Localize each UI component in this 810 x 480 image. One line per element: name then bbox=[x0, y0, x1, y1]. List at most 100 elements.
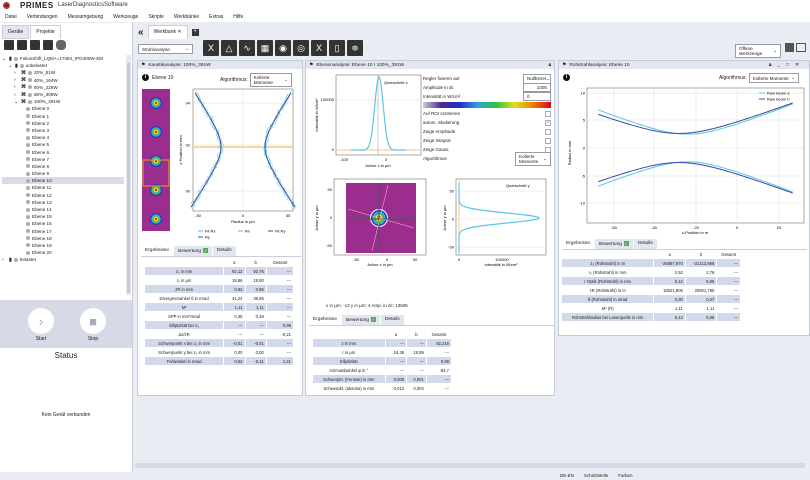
layout-icon[interactable] bbox=[796, 43, 806, 52]
tree-item[interactable]: Ebene 12 bbox=[2, 192, 124, 199]
algo-select[interactable]: Kollerte Momente ⌄ bbox=[749, 73, 799, 83]
chevron-down-icon[interactable]: ⌄ bbox=[8, 63, 13, 69]
tab-results[interactable]: Ergebnisse bbox=[562, 239, 594, 249]
open-tools-select[interactable]: Offene Werkzeuge ⌄ bbox=[735, 44, 781, 58]
windows-icon[interactable] bbox=[785, 43, 794, 52]
caustic-icon[interactable]: X bbox=[203, 40, 219, 56]
tree-item[interactable]: Ebene 1 bbox=[2, 113, 124, 120]
tree-item[interactable]: Ebene 2 bbox=[2, 120, 124, 127]
tab-projekte[interactable]: Projekte bbox=[30, 25, 60, 39]
tree-item[interactable]: Ebene 7 bbox=[2, 156, 124, 163]
tree-item[interactable]: Ebene 13 bbox=[2, 199, 124, 206]
start-button[interactable]: › Start bbox=[28, 308, 54, 342]
algo-select[interactable]: Kollerte Momente ⌄ bbox=[515, 152, 551, 166]
menu-item[interactable]: Messumgebung bbox=[68, 14, 104, 20]
chevron-right-icon[interactable]: › bbox=[14, 92, 19, 98]
tree-scroll-thumb[interactable] bbox=[127, 63, 130, 293]
beam-profile-icon[interactable]: ◉ bbox=[275, 40, 291, 56]
tree-item[interactable]: › ⌘ 80%_308W bbox=[2, 91, 124, 98]
tree-item[interactable]: Ebene 3 bbox=[2, 127, 124, 134]
beam-ring-icon[interactable]: ◎ bbox=[293, 40, 309, 56]
sliders-icon[interactable]: ≑ bbox=[347, 40, 363, 56]
save-icon[interactable] bbox=[17, 40, 27, 50]
tree-item[interactable]: Ebene 10 bbox=[2, 177, 124, 184]
checkbox[interactable] bbox=[545, 111, 551, 117]
document-icon[interactable] bbox=[30, 40, 40, 50]
menu-item[interactable]: Skripte bbox=[148, 14, 164, 20]
stop-button[interactable]: ■ Stop bbox=[80, 308, 106, 342]
line-chart-icon[interactable]: ∿ bbox=[239, 40, 255, 56]
lock-icon[interactable]: 🔒︎ bbox=[548, 62, 551, 68]
regler-select[interactable]: Nullbezel ⌄ bbox=[523, 74, 551, 84]
chevron-down-icon[interactable]: ⌄ bbox=[2, 56, 7, 62]
tree-item[interactable]: Ebene 17 bbox=[2, 228, 124, 235]
tab-rating[interactable]: Bewertung ✓ bbox=[342, 315, 380, 325]
tree-item[interactable]: › ⌘ 60%_226W bbox=[2, 84, 124, 91]
tree-item[interactable]: Ebene 14 bbox=[2, 206, 124, 213]
tree-item[interactable]: ⌄ ⌘ 100%_391W bbox=[2, 98, 124, 105]
color-scale[interactable] bbox=[423, 102, 551, 108]
cell-value: 0,00 bbox=[224, 348, 244, 356]
tree-item[interactable]: Ebene 9 bbox=[2, 170, 124, 177]
tree-item[interactable]: Ebene 4 bbox=[2, 134, 124, 141]
checkbox[interactable]: ✓ bbox=[545, 120, 551, 126]
tree-item[interactable]: › ▮ belastet bbox=[2, 256, 124, 263]
menu-item[interactable]: Verbindungen bbox=[27, 14, 58, 20]
open-folder-icon[interactable] bbox=[4, 40, 14, 50]
chevron-right-icon[interactable]: › bbox=[14, 77, 19, 83]
statusbar-item[interactable]: DE-EN bbox=[560, 473, 574, 478]
tree-item[interactable]: ⌄ ▮ FokusShift_LQM+=17064_IPG400W-SM bbox=[2, 55, 124, 62]
amplitude-input[interactable]: 1005 bbox=[523, 83, 551, 92]
statusbar-item[interactable]: Schnittstelle bbox=[584, 473, 608, 478]
tree-item[interactable]: › ⌘ 20%_81W bbox=[2, 69, 124, 76]
window-controls[interactable]: 🔒︎_□✕ bbox=[769, 62, 805, 68]
add-tab-icon[interactable]: + bbox=[192, 29, 199, 36]
tab-results[interactable]: Ergebnisse bbox=[141, 246, 173, 256]
tree-item[interactable]: Ebene 16 bbox=[2, 220, 124, 227]
database-icon[interactable] bbox=[56, 40, 66, 50]
tree-item[interactable]: Ebene 11 bbox=[2, 184, 124, 191]
tree-item[interactable]: › ⌘ 40%_164W bbox=[2, 77, 124, 84]
tree-item[interactable]: Ebene 15 bbox=[2, 213, 124, 220]
tab-rating[interactable]: Bewertung ✓ bbox=[595, 239, 633, 249]
tree-item[interactable]: Ebene 6 bbox=[2, 148, 124, 155]
statusbar-item[interactable]: Farben bbox=[618, 473, 632, 478]
info-icon[interactable]: i bbox=[563, 74, 570, 81]
tab-geraete[interactable]: Geräte bbox=[2, 25, 29, 39]
table-icon[interactable] bbox=[43, 40, 53, 50]
thermometer-icon[interactable]: ▯ bbox=[329, 40, 345, 56]
tree-item[interactable]: Ebene 19 bbox=[2, 242, 124, 249]
grid-icon[interactable]: ▦ bbox=[257, 40, 273, 56]
triangle-analysis-icon[interactable]: △ bbox=[221, 40, 237, 56]
tab-details[interactable]: Details bbox=[213, 246, 236, 256]
chevron-right-icon[interactable]: › bbox=[14, 84, 19, 90]
checkbox[interactable] bbox=[545, 129, 551, 135]
horizontal-scrollbar[interactable] bbox=[135, 463, 805, 468]
menu-item[interactable]: Werkbänke bbox=[174, 14, 199, 20]
close-icon[interactable]: ✕ bbox=[177, 29, 181, 35]
chevron-down-icon[interactable]: ⌄ bbox=[14, 99, 19, 105]
tab-details[interactable]: Details bbox=[381, 315, 404, 325]
tree-item[interactable]: Ebene 5 bbox=[2, 141, 124, 148]
tool-select[interactable]: Strahlanalyse ⌄ bbox=[138, 44, 193, 54]
raw-beam-icon[interactable]: X bbox=[311, 40, 327, 56]
menu-item[interactable]: Extras bbox=[209, 14, 223, 20]
tab-werkbank[interactable]: Werkbank ✕ bbox=[148, 25, 188, 39]
tree-item[interactable]: Ebene 0 bbox=[2, 105, 124, 112]
menu-item[interactable]: Datei bbox=[5, 14, 17, 20]
menu-item[interactable]: Werkzeuge bbox=[113, 14, 138, 20]
tree-item[interactable]: Ebene 8 bbox=[2, 163, 124, 170]
chevron-right-icon[interactable]: › bbox=[14, 70, 19, 76]
tab-details[interactable]: Details bbox=[634, 239, 657, 249]
tree-item[interactable]: ⌄ ▮ unbelastet bbox=[2, 62, 124, 69]
chevron-right-icon[interactable]: › bbox=[2, 257, 7, 263]
collapse-icon[interactable]: « bbox=[138, 27, 144, 38]
tree-item[interactable]: Ebene 18 bbox=[2, 235, 124, 242]
checkbox[interactable] bbox=[545, 138, 551, 144]
tab-rating[interactable]: Bewertung ✓ bbox=[174, 246, 212, 256]
menu-item[interactable]: Hilfe bbox=[233, 14, 243, 20]
tab-results[interactable]: Ergebnisse bbox=[309, 315, 341, 325]
intensity-input[interactable]: 0 bbox=[523, 92, 551, 101]
info-icon[interactable]: i bbox=[142, 74, 149, 81]
tree-item[interactable]: Ebene 20 bbox=[2, 249, 124, 256]
